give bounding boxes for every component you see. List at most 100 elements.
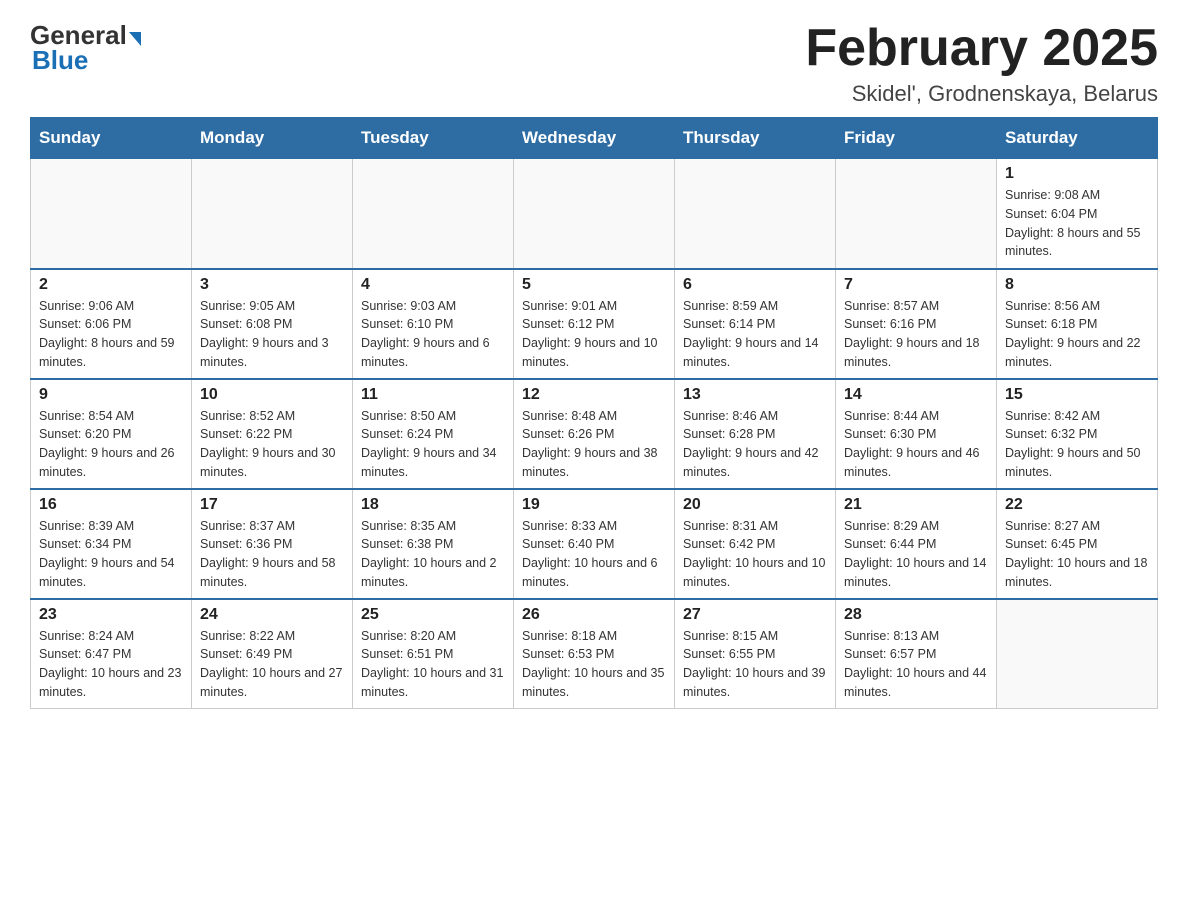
calendar-cell bbox=[353, 159, 514, 269]
calendar-cell: 12Sunrise: 8:48 AM Sunset: 6:26 PM Dayli… bbox=[514, 379, 675, 489]
day-number: 17 bbox=[200, 496, 344, 514]
calendar-cell: 16 Sunrise: 8:39 AM Sunset: 6:34 PM Dayli… bbox=[31, 489, 192, 599]
calendar-cell: 9Sunrise: 8:54 AM Sunset: 6:20 PM Daylig… bbox=[31, 379, 192, 489]
header-saturday: Saturday bbox=[997, 118, 1158, 159]
calendar-cell: 2 Sunrise: 9:06 AM Sunset: 6:06 PM Daylig… bbox=[31, 269, 192, 379]
calendar-cell bbox=[836, 159, 997, 269]
calendar-cell: 24 Sunrise: 8:22 AM Sunset: 6:49 PM Dayli… bbox=[192, 599, 353, 709]
calendar-cell bbox=[997, 599, 1158, 709]
calendar-cell: 20 Sunrise: 8:31 AM Sunset: 6:42 PM Dayli… bbox=[675, 489, 836, 599]
logo: General Blue bbox=[30, 20, 143, 76]
day-number: 26 bbox=[522, 606, 666, 624]
header-thursday: Thursday bbox=[675, 118, 836, 159]
calendar-cell: 8 Sunrise: 8:56 AM Sunset: 6:18 PM Daylig… bbox=[997, 269, 1158, 379]
calendar-cell: 1 Sunrise: 9:08 AM Sunset: 6:04 PM Daylig… bbox=[997, 159, 1158, 269]
logo-arrow-icon bbox=[129, 32, 141, 46]
calendar-cell: 19 Sunrise: 8:33 AM Sunset: 6:40 PM Dayli… bbox=[514, 489, 675, 599]
calendar-cell bbox=[31, 159, 192, 269]
calendar-cell: 5 Sunrise: 9:01 AM Sunset: 6:12 PM Daylig… bbox=[514, 269, 675, 379]
month-title: February 2025 bbox=[805, 20, 1158, 77]
day-info: Sunrise: 8:22 AM Sunset: 6:49 PM Dayligh… bbox=[200, 627, 344, 702]
day-info: Sunrise: 9:05 AM Sunset: 6:08 PM Dayligh… bbox=[200, 297, 344, 372]
day-info: Sunrise: 8:37 AM Sunset: 6:36 PM Dayligh… bbox=[200, 517, 344, 592]
calendar-cell: 13 Sunrise: 8:46 AM Sunset: 6:28 PM Dayli… bbox=[675, 379, 836, 489]
day-info: Sunrise: 8:35 AM Sunset: 6:38 PM Dayligh… bbox=[361, 517, 505, 592]
day-info: Sunrise: 8:42 AM Sunset: 6:32 PM Dayligh… bbox=[1005, 407, 1149, 482]
calendar-cell: 6 Sunrise: 8:59 AM Sunset: 6:14 PM Daylig… bbox=[675, 269, 836, 379]
day-number: 11 bbox=[361, 386, 505, 404]
header-row: SundayMondayTuesdayWednesdayThursdayFrid… bbox=[31, 118, 1158, 159]
day-info: Sunrise: 8:48 AM Sunset: 6:26 PM Dayligh… bbox=[522, 407, 666, 482]
day-number: 25 bbox=[361, 606, 505, 624]
header-wednesday: Wednesday bbox=[514, 118, 675, 159]
day-number: 22 bbox=[1005, 496, 1149, 514]
day-number: 5 bbox=[522, 276, 666, 294]
day-number: 28 bbox=[844, 606, 988, 624]
day-info: Sunrise: 8:52 AM Sunset: 6:22 PM Dayligh… bbox=[200, 407, 344, 482]
week-row-0: 1 Sunrise: 9:08 AM Sunset: 6:04 PM Daylig… bbox=[31, 159, 1158, 269]
day-info: Sunrise: 8:59 AM Sunset: 6:14 PM Dayligh… bbox=[683, 297, 827, 372]
day-info: Sunrise: 9:03 AM Sunset: 6:10 PM Dayligh… bbox=[361, 297, 505, 372]
day-number: 13 bbox=[683, 386, 827, 404]
calendar-cell: 28Sunrise: 8:13 AM Sunset: 6:57 PM Dayli… bbox=[836, 599, 997, 709]
calendar-cell: 17 Sunrise: 8:37 AM Sunset: 6:36 PM Dayli… bbox=[192, 489, 353, 599]
header-sunday: Sunday bbox=[31, 118, 192, 159]
header-friday: Friday bbox=[836, 118, 997, 159]
calendar-cell: 18 Sunrise: 8:35 AM Sunset: 6:38 PM Dayli… bbox=[353, 489, 514, 599]
day-info: Sunrise: 8:29 AM Sunset: 6:44 PM Dayligh… bbox=[844, 517, 988, 592]
day-info: Sunrise: 8:50 AM Sunset: 6:24 PM Dayligh… bbox=[361, 407, 505, 482]
calendar-cell: 21 Sunrise: 8:29 AM Sunset: 6:44 PM Dayli… bbox=[836, 489, 997, 599]
calendar-cell: 7 Sunrise: 8:57 AM Sunset: 6:16 PM Daylig… bbox=[836, 269, 997, 379]
day-number: 7 bbox=[844, 276, 988, 294]
day-number: 6 bbox=[683, 276, 827, 294]
day-info: Sunrise: 8:15 AM Sunset: 6:55 PM Dayligh… bbox=[683, 627, 827, 702]
calendar-cell: 4 Sunrise: 9:03 AM Sunset: 6:10 PM Daylig… bbox=[353, 269, 514, 379]
day-info: Sunrise: 9:08 AM Sunset: 6:04 PM Dayligh… bbox=[1005, 186, 1149, 261]
title-block: February 2025 Skidel', Grodnenskaya, Bel… bbox=[805, 20, 1158, 107]
page-header: General Blue February 2025 Skidel', Grod… bbox=[30, 20, 1158, 107]
week-row-2: 9Sunrise: 8:54 AM Sunset: 6:20 PM Daylig… bbox=[31, 379, 1158, 489]
day-number: 2 bbox=[39, 276, 183, 294]
header-monday: Monday bbox=[192, 118, 353, 159]
day-number: 21 bbox=[844, 496, 988, 514]
week-row-1: 2 Sunrise: 9:06 AM Sunset: 6:06 PM Daylig… bbox=[31, 269, 1158, 379]
day-info: Sunrise: 8:46 AM Sunset: 6:28 PM Dayligh… bbox=[683, 407, 827, 482]
day-number: 1 bbox=[1005, 165, 1149, 183]
day-info: Sunrise: 8:56 AM Sunset: 6:18 PM Dayligh… bbox=[1005, 297, 1149, 372]
day-number: 3 bbox=[200, 276, 344, 294]
day-info: Sunrise: 8:31 AM Sunset: 6:42 PM Dayligh… bbox=[683, 517, 827, 592]
calendar-cell: 22Sunrise: 8:27 AM Sunset: 6:45 PM Dayli… bbox=[997, 489, 1158, 599]
calendar-cell: 14Sunrise: 8:44 AM Sunset: 6:30 PM Dayli… bbox=[836, 379, 997, 489]
calendar-cell: 3 Sunrise: 9:05 AM Sunset: 6:08 PM Daylig… bbox=[192, 269, 353, 379]
day-number: 20 bbox=[683, 496, 827, 514]
day-number: 23 bbox=[39, 606, 183, 624]
day-info: Sunrise: 8:33 AM Sunset: 6:40 PM Dayligh… bbox=[522, 517, 666, 592]
calendar-header: SundayMondayTuesdayWednesdayThursdayFrid… bbox=[31, 118, 1158, 159]
day-number: 8 bbox=[1005, 276, 1149, 294]
calendar-cell bbox=[192, 159, 353, 269]
day-info: Sunrise: 8:44 AM Sunset: 6:30 PM Dayligh… bbox=[844, 407, 988, 482]
day-info: Sunrise: 8:54 AM Sunset: 6:20 PM Dayligh… bbox=[39, 407, 183, 482]
day-number: 4 bbox=[361, 276, 505, 294]
day-number: 19 bbox=[522, 496, 666, 514]
week-row-3: 16 Sunrise: 8:39 AM Sunset: 6:34 PM Dayli… bbox=[31, 489, 1158, 599]
calendar-cell bbox=[514, 159, 675, 269]
calendar-cell bbox=[675, 159, 836, 269]
day-number: 24 bbox=[200, 606, 344, 624]
day-info: Sunrise: 9:06 AM Sunset: 6:06 PM Dayligh… bbox=[39, 297, 183, 372]
day-info: Sunrise: 8:57 AM Sunset: 6:16 PM Dayligh… bbox=[844, 297, 988, 372]
calendar-cell: 10 Sunrise: 8:52 AM Sunset: 6:22 PM Dayli… bbox=[192, 379, 353, 489]
logo-blue: Blue bbox=[32, 45, 88, 75]
day-number: 18 bbox=[361, 496, 505, 514]
day-number: 27 bbox=[683, 606, 827, 624]
calendar-cell: 26 Sunrise: 8:18 AM Sunset: 6:53 PM Dayli… bbox=[514, 599, 675, 709]
day-info: Sunrise: 8:18 AM Sunset: 6:53 PM Dayligh… bbox=[522, 627, 666, 702]
day-number: 16 bbox=[39, 496, 183, 514]
header-tuesday: Tuesday bbox=[353, 118, 514, 159]
day-number: 10 bbox=[200, 386, 344, 404]
week-row-4: 23Sunrise: 8:24 AM Sunset: 6:47 PM Dayli… bbox=[31, 599, 1158, 709]
day-number: 15 bbox=[1005, 386, 1149, 404]
location: Skidel', Grodnenskaya, Belarus bbox=[805, 81, 1158, 107]
day-info: Sunrise: 8:39 AM Sunset: 6:34 PM Dayligh… bbox=[39, 517, 183, 592]
day-info: Sunrise: 9:01 AM Sunset: 6:12 PM Dayligh… bbox=[522, 297, 666, 372]
